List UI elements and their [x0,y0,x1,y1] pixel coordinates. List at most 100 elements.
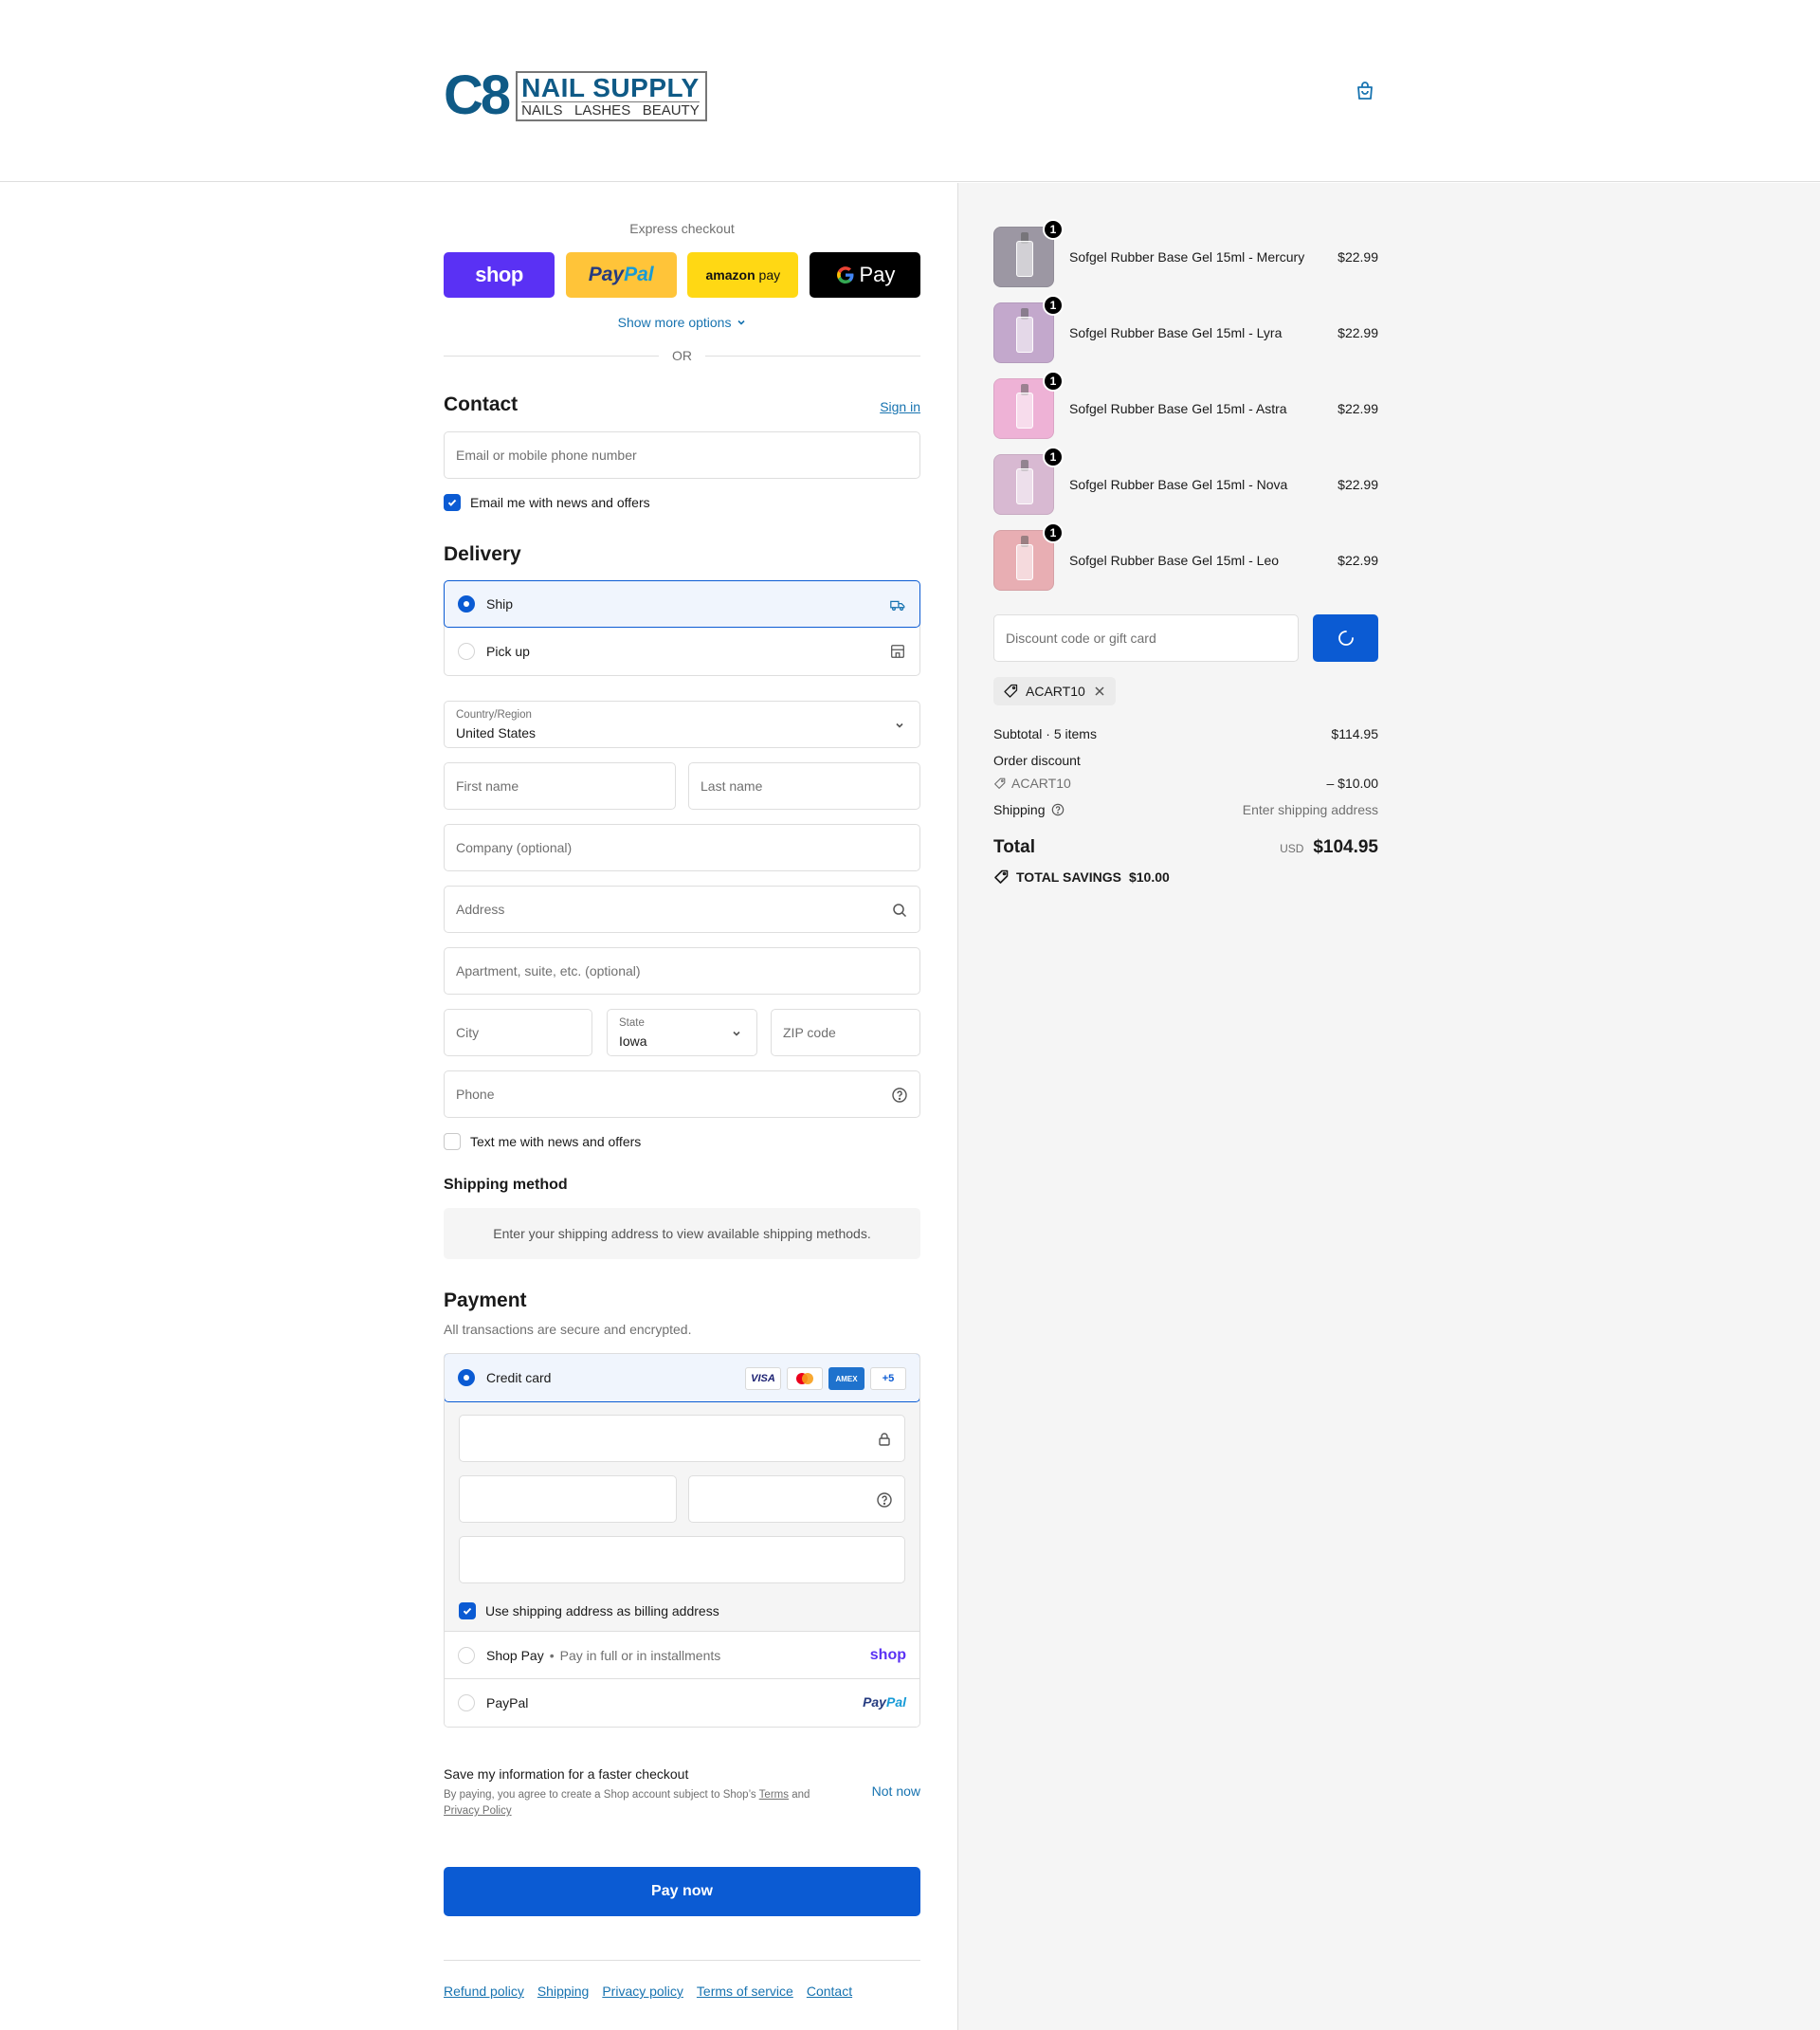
state-select[interactable]: State Iowa [607,1009,757,1056]
pay-now-button[interactable]: Pay now [444,1867,920,1916]
name-on-card-field[interactable] [459,1536,905,1583]
country-value: United States [456,725,537,741]
billing-same-label: Use shipping address as billing address [485,1603,719,1619]
delivery-option-ship[interactable]: Ship [444,580,920,628]
logo-title: NAIL SUPPLY [521,72,700,102]
phone-field[interactable]: Phone [444,1070,920,1118]
payment-option-paypal[interactable]: PayPal PayPal [445,1679,919,1727]
radio-unselected[interactable] [458,1694,475,1711]
checkbox-unchecked[interactable] [444,1133,461,1150]
company-field[interactable]: Company (optional) [444,824,920,871]
first-name-field[interactable]: First name [444,762,676,810]
google-pay-express-button[interactable]: Pay [809,252,920,298]
address-field[interactable]: Address [444,886,920,933]
apartment-placeholder: Apartment, suite, etc. (optional) [456,963,641,978]
country-select[interactable]: Country/Region United States [444,701,920,748]
amazon-label: amazon [705,267,755,283]
tag-icon [994,777,1006,789]
logo-subtitle: NAILS LASHES BEAUTY [521,101,700,119]
truck-icon [890,600,905,612]
save-info-desc-text: By paying, you agree to create a Shop ac… [444,1789,756,1801]
shipping-policy-link[interactable]: Shipping [537,1984,590,1999]
company-placeholder: Company (optional) [456,840,573,855]
email-news-checkbox[interactable]: Email me with news and offers [444,494,650,511]
apartment-field[interactable]: Apartment, suite, etc. (optional) [444,947,920,995]
help-icon[interactable] [891,1087,908,1104]
order-discount-label: Order discount [993,753,1081,768]
checkmark-icon [463,1607,472,1615]
zip-field[interactable]: ZIP code [771,1009,920,1056]
delivery-option-pickup[interactable]: Pick up [445,628,919,675]
checkbox-checked[interactable] [444,494,461,511]
terms-link[interactable]: Terms [759,1789,789,1801]
quantity-badge: 1 [1043,447,1064,467]
total-row: Total USD $104.95 [993,837,1378,858]
applied-discount-chip: ACART10 [993,677,1116,705]
more-cards-badge: +5 [870,1367,906,1390]
tag-icon [1004,684,1018,698]
sign-in-link[interactable]: Sign in [880,399,920,414]
subtotal-value: $114.95 [1331,726,1378,741]
privacy-policy-link[interactable]: Privacy Policy [444,1805,512,1817]
amex-icon: AMEX [828,1367,864,1390]
order-discount-value: – $10.00 [1326,776,1379,791]
amazon-pay-express-button[interactable]: amazon pay [687,252,799,298]
radio-unselected[interactable] [458,1646,475,1664]
discount-code-input[interactable]: Discount code or gift card [993,614,1299,662]
radio-selected[interactable] [458,595,475,613]
mastercard-icon [787,1367,823,1390]
item-price: $22.99 [1338,325,1378,340]
card-brands: VISA AMEX +5 [745,1367,906,1390]
quantity-badge: 1 [1043,219,1064,240]
order-discount-code: ACART10 [993,776,1071,791]
shop-pay-express-button[interactable]: shop [444,252,555,298]
quantity-badge: 1 [1043,371,1064,392]
chevron-down-icon [733,1031,740,1036]
payment-methods: Credit card VISA AMEX +5 Use shipping ad… [444,1353,920,1728]
contact-link[interactable]: Contact [807,1984,852,1999]
amazon-pay-label: pay [758,267,781,283]
email-field[interactable]: Email or mobile phone number [444,431,920,479]
city-field[interactable]: City [444,1009,592,1056]
security-code-field[interactable] [688,1475,905,1523]
checkbox-checked[interactable] [459,1602,476,1619]
show-more-options-link[interactable]: Show more options [444,315,920,330]
help-icon[interactable] [876,1491,893,1509]
help-icon[interactable] [1051,803,1065,816]
shop-pay-sub: Pay in full or in installments [559,1647,721,1663]
payment-option-shop-pay[interactable]: Shop Pay • Pay in full or in installment… [445,1632,919,1679]
logo-sub-nails: NAILS [521,101,563,119]
chevron-down-icon [896,722,903,728]
credit-card-label: Credit card [486,1370,552,1385]
store-logo[interactable]: C8 NAIL SUPPLY NAILS LASHES BEAUTY [444,68,707,123]
refund-policy-link[interactable]: Refund policy [444,1984,524,1999]
store-icon [891,645,904,658]
radio-unselected[interactable] [458,643,475,660]
apply-discount-button[interactable] [1313,614,1378,662]
paypal-express-button[interactable]: Pay Pal [565,252,677,298]
billing-same-checkbox[interactable]: Use shipping address as billing address [459,1602,719,1619]
text-news-checkbox[interactable]: Text me with news and offers [444,1133,641,1150]
header: C8 NAIL SUPPLY NAILS LASHES BEAUTY [0,0,1820,182]
checkmark-icon [447,499,457,506]
or-divider: OR [444,348,920,363]
paypal-label-1: Pay [588,264,625,285]
paypal-label-2: Pal [624,264,654,285]
order-discount-row: Order discount [993,753,1378,768]
not-now-button[interactable]: Not now [872,1783,920,1799]
last-name-placeholder: Last name [701,778,763,794]
paypal-logo: PayPal [863,1694,906,1710]
shipping-label-wrap: Shipping [993,802,1065,817]
terms-of-service-link[interactable]: Terms of service [697,1984,793,1999]
radio-selected[interactable] [458,1369,475,1386]
shopping-bag-icon[interactable] [1354,80,1376,102]
payment-option-credit-card[interactable]: Credit card VISA AMEX +5 [445,1354,919,1402]
remove-discount-icon[interactable] [1093,685,1106,698]
ship-label: Ship [486,596,514,612]
last-name-field[interactable]: Last name [688,762,920,810]
expiration-date-field[interactable] [459,1475,677,1523]
quantity-badge: 1 [1043,295,1064,316]
card-number-field[interactable] [459,1415,905,1462]
item-name: Sofgel Rubber Base Gel 15ml - Astra [1069,401,1287,416]
privacy-policy-footer-link[interactable]: Privacy policy [602,1984,683,1999]
